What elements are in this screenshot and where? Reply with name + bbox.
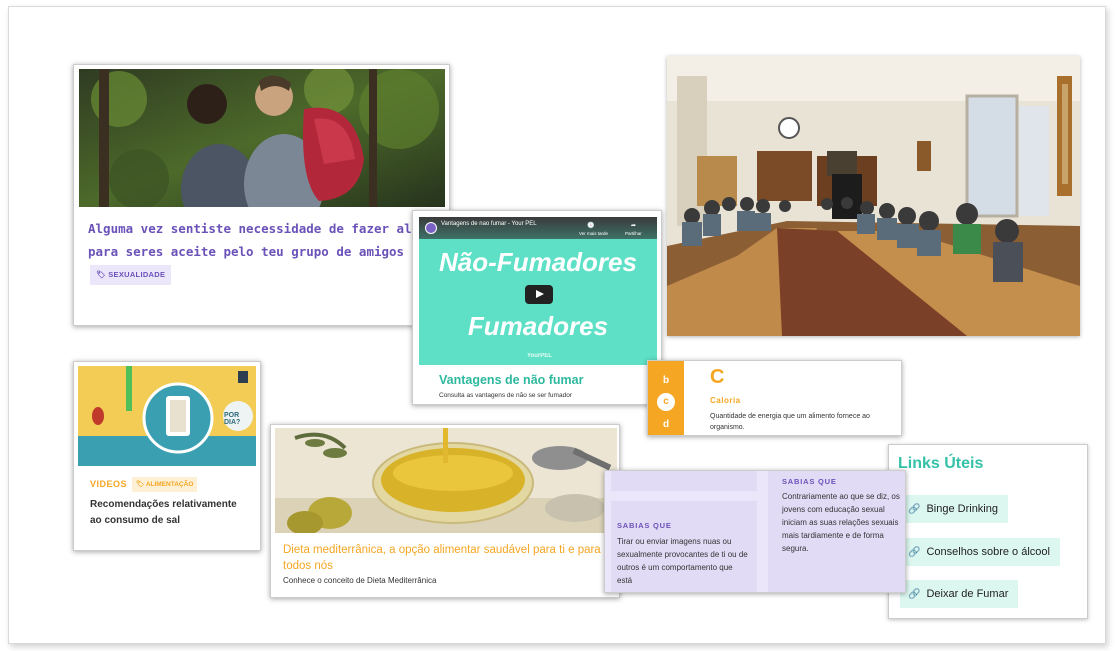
video-card-title[interactable]: Vantagens de não fumar [439,373,583,387]
did-you-know-panel-right[interactable]: SABIAS QUE Contrariamente ao que se diz,… [768,471,905,592]
glossary-term: Caloria [710,396,741,405]
glossary-letter-d[interactable]: d [648,419,684,430]
link-label: Binge Drinking [926,503,998,515]
olive-oil-photo [275,428,617,533]
article-title[interactable]: Alguma vez sentiste necessidade de fazer… [88,217,433,263]
meeting-room-photo [667,56,1080,336]
did-you-know-text: Tirar ou enviar imagens nuas ou sexualme… [617,537,748,585]
useful-links-title: Links Úteis [898,455,984,472]
glossary-definition: Quantidade de energia que um alimento fo… [710,413,870,431]
category-tag[interactable]: 🏷︎ SEXUALIDADE [90,265,172,285]
article-title[interactable]: Dieta mediterrânica, a opção alimentar s… [283,542,618,574]
tag-icon: 🏷︎ [96,270,109,279]
video-card-title[interactable]: Recomendações relativamente ao consumo d… [90,497,250,529]
glossary-letter-b[interactable]: b [648,375,684,386]
link-alcohol-advice[interactable]: 🔗 Conselhos sobre o álcool [900,538,1060,566]
video-card-subtitle: Consulta as vantagens de não se ser fuma… [439,392,572,399]
useful-links-card: Links Úteis 🔗 Binge Drinking 🔗 Conselhos s… [888,444,1088,619]
did-you-know-panel-top [611,471,757,491]
watch-later-label[interactable]: Ver mais tarde [579,231,608,236]
article-card-mediterranean-diet[interactable]: Dieta mediterrânica, a opção alimentar s… [270,424,620,598]
video-headline-1: Não-Fumadores [439,247,637,277]
video-headline-2: Fumadores [467,311,609,341]
tag-label: ALIMENTAÇÃO [145,481,194,488]
did-you-know-heading: SABIAS QUE [617,521,672,530]
share-icon[interactable]: ➦ [631,222,636,229]
article-subtitle: Conhece o conceito de Dieta Mediterrânic… [283,576,437,585]
clock-icon[interactable]: 🕓 [587,222,594,229]
link-icon: 🔗 [908,589,921,600]
did-you-know-panel-left[interactable]: SABIAS QUE Tirar ou enviar imagens nuas … [611,501,757,592]
glossary-letter-c-active[interactable]: c [657,393,675,411]
channel-logo-icon[interactable] [425,222,437,234]
tag-icon: 🏷︎ [136,481,146,488]
video-watermark: YourPEL [527,353,552,359]
category-tag[interactable]: 🏷︎ ALIMENTAÇÃO [132,477,198,492]
video-title[interactable]: Vantagens de nao fumar - Your PEL [441,221,537,227]
video-card-salt[interactable]: POR DIA? VIDEOS 🏷︎ ALIMENTAÇÃO Recomenda… [73,361,261,551]
share-label[interactable]: Partilhar [625,231,642,236]
thumbnail-text: POR DIA? [224,412,241,426]
glossary-card: b c d C Caloria Quantidade de energia qu… [647,360,902,436]
glossary-active-letter: C [710,366,725,388]
play-button-icon[interactable] [525,285,553,304]
article-card-friends[interactable]: Alguma vez sentiste necessidade de fazer… [73,64,450,326]
link-icon: 🔗 [908,547,921,558]
link-binge-drinking[interactable]: 🔗 Binge Drinking [900,495,1008,523]
tag-label: SEXUALIDADE [108,270,166,279]
did-you-know-text: Contrariamente ao que se diz, os jovens … [782,492,900,553]
hikers-photo [79,69,445,207]
salt-video-thumbnail[interactable]: POR DIA? [78,366,256,466]
did-you-know-heading: SABIAS QUE [782,477,837,486]
link-icon: 🔗 [908,504,921,515]
video-card-non-smokers[interactable]: Vantagens de nao fumar - Your PEL 🕓 Ver … [412,210,662,405]
link-quit-smoking[interactable]: 🔗 Deixar de Fumar [900,580,1019,608]
content-type-label: VIDEOS [90,479,128,489]
did-you-know-carousel: SABIAS QUE Tirar ou enviar imagens nuas … [604,470,906,593]
video-player[interactable]: Vantagens de nao fumar - Your PEL 🕓 Ver … [419,217,657,365]
link-label: Deixar de Fumar [926,588,1009,600]
link-label: Conselhos sobre o álcool [926,546,1050,558]
